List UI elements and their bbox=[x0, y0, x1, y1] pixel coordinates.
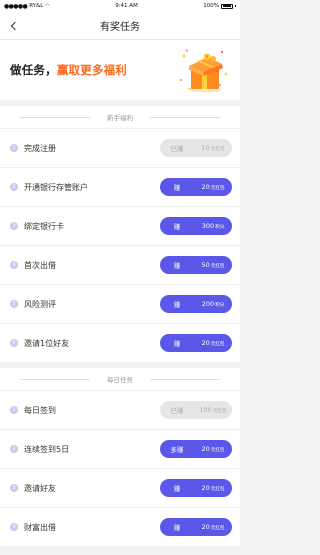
task-row: 4 财富出借 赚 20元红包 bbox=[0, 507, 240, 546]
carrier-label: RY&L bbox=[29, 3, 44, 9]
task-label: 首次出借 bbox=[24, 260, 56, 270]
earn-reward-button[interactable]: 赚 200积分 bbox=[160, 295, 232, 313]
task-row: 6 邀请1位好友 赚 20元红包 bbox=[0, 323, 240, 362]
nav-bar: 有奖任务 bbox=[0, 12, 240, 40]
svg-text:¥: ¥ bbox=[206, 55, 209, 60]
task-number-badge: 3 bbox=[10, 222, 18, 230]
reward-status-button: 已赚 10元红包 bbox=[160, 139, 232, 157]
task-label: 开通银行存管账户 bbox=[24, 182, 88, 192]
section-title: 新手福利 bbox=[103, 112, 137, 122]
signal-icon: ●●●●● bbox=[4, 2, 28, 10]
promo-banner: 做任务，赢取更多福利 ¥ bbox=[0, 40, 240, 100]
task-label: 完成注册 bbox=[24, 143, 56, 153]
task-row: 2 连续签到5日 多赚 20元红包 bbox=[0, 429, 240, 468]
earn-reward-button[interactable]: 赚 50元红包 bbox=[160, 256, 232, 274]
task-label: 每日签到 bbox=[24, 405, 56, 415]
task-row: 2 开通银行存管账户 赚 20元红包 bbox=[0, 167, 240, 206]
task-number-badge: 4 bbox=[10, 523, 18, 531]
task-label: 财富出借 bbox=[24, 522, 56, 532]
task-number-badge: 4 bbox=[10, 261, 18, 269]
task-label: 风险测评 bbox=[24, 299, 56, 309]
battery-percent: 100% bbox=[203, 3, 219, 9]
task-number-badge: 1 bbox=[10, 144, 18, 152]
task-label: 邀请好友 bbox=[24, 483, 56, 493]
section-newbie: 新手福利 1 完成注册 已赚 10元红包 2 开通银行存管账户 赚 20元红包 … bbox=[0, 106, 240, 362]
task-label: 连续签到5日 bbox=[24, 444, 70, 454]
earn-reward-button[interactable]: 赚 20元红包 bbox=[160, 479, 232, 497]
task-row: 4 首次出借 赚 50元红包 bbox=[0, 245, 240, 284]
app-screen: ●●●●● RY&L ◠ 9:41 AM 100% 有奖任务 做任务，赢取更多福… bbox=[0, 0, 240, 555]
section-title: 每日任务 bbox=[103, 374, 137, 384]
task-row: 3 邀请好友 赚 20元红包 bbox=[0, 468, 240, 507]
task-label: 邀请1位好友 bbox=[24, 338, 70, 348]
banner-slogan: 做任务，赢取更多福利 bbox=[10, 63, 128, 77]
task-number-badge: 1 bbox=[10, 406, 18, 414]
task-number-badge: 6 bbox=[10, 339, 18, 347]
section-daily: 每日任务 1 每日签到 已赚 100元红包 2 连续签到5日 多赚 20元红包 … bbox=[0, 368, 240, 546]
earn-reward-button[interactable]: 赚 20元红包 bbox=[160, 334, 232, 352]
task-number-badge: 3 bbox=[10, 484, 18, 492]
task-label: 绑定银行卡 bbox=[24, 221, 64, 231]
reward-status-button: 已赚 100元红包 bbox=[160, 401, 232, 419]
clock: 9:41 AM bbox=[115, 3, 138, 9]
wifi-icon: ◠ bbox=[45, 3, 50, 9]
gift-box-icon: ¥ bbox=[179, 49, 228, 93]
task-number-badge: 2 bbox=[10, 183, 18, 191]
earn-reward-button[interactable]: 赚 20元红包 bbox=[160, 518, 232, 536]
earn-reward-button[interactable]: 赚 20元红包 bbox=[160, 178, 232, 196]
back-arrow-icon[interactable] bbox=[6, 19, 20, 33]
task-row: 1 完成注册 已赚 10元红包 bbox=[0, 128, 240, 167]
earn-reward-button[interactable]: 多赚 20元红包 bbox=[160, 440, 232, 458]
task-row: 1 每日签到 已赚 100元红包 bbox=[0, 390, 240, 429]
task-number-badge: 2 bbox=[10, 445, 18, 453]
earn-reward-button[interactable]: 赚 300积分 bbox=[160, 217, 232, 235]
page-title: 有奖任务 bbox=[100, 22, 140, 33]
task-number-badge: 5 bbox=[10, 300, 18, 308]
battery-icon bbox=[221, 3, 233, 9]
task-row: 5 风险测评 赚 200积分 bbox=[0, 284, 240, 323]
task-row: 3 绑定银行卡 赚 300积分 bbox=[0, 206, 240, 245]
status-bar: ●●●●● RY&L ◠ 9:41 AM 100% bbox=[0, 0, 240, 12]
